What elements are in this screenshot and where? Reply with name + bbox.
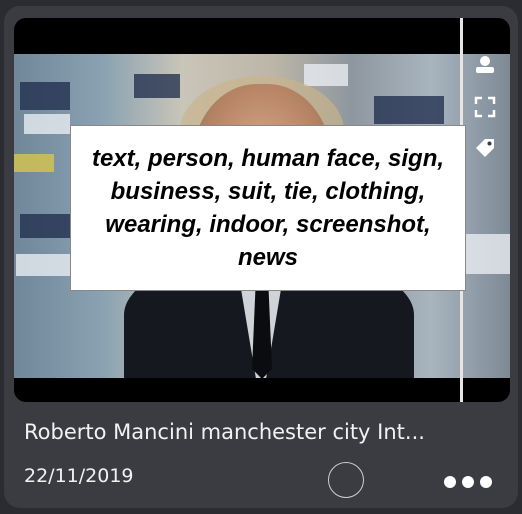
more-icon[interactable] — [444, 476, 492, 488]
tag-icon[interactable] — [472, 136, 498, 165]
select-circle-icon[interactable] — [328, 462, 364, 498]
fullscreen-icon[interactable] — [472, 96, 498, 123]
tags-label-box: text, person, human face, sign, business… — [70, 125, 466, 291]
media-card[interactable]: text, person, human face, sign, business… — [4, 6, 518, 508]
person-icon[interactable] — [472, 54, 498, 81]
card-title[interactable]: Roberto Mancini manchester city Int... — [24, 418, 504, 446]
video-thumbnail[interactable]: text, person, human face, sign, business… — [14, 18, 510, 402]
card-date: 22/11/2019 — [24, 465, 134, 487]
tags-text: text, person, human face, sign, business… — [91, 145, 445, 271]
